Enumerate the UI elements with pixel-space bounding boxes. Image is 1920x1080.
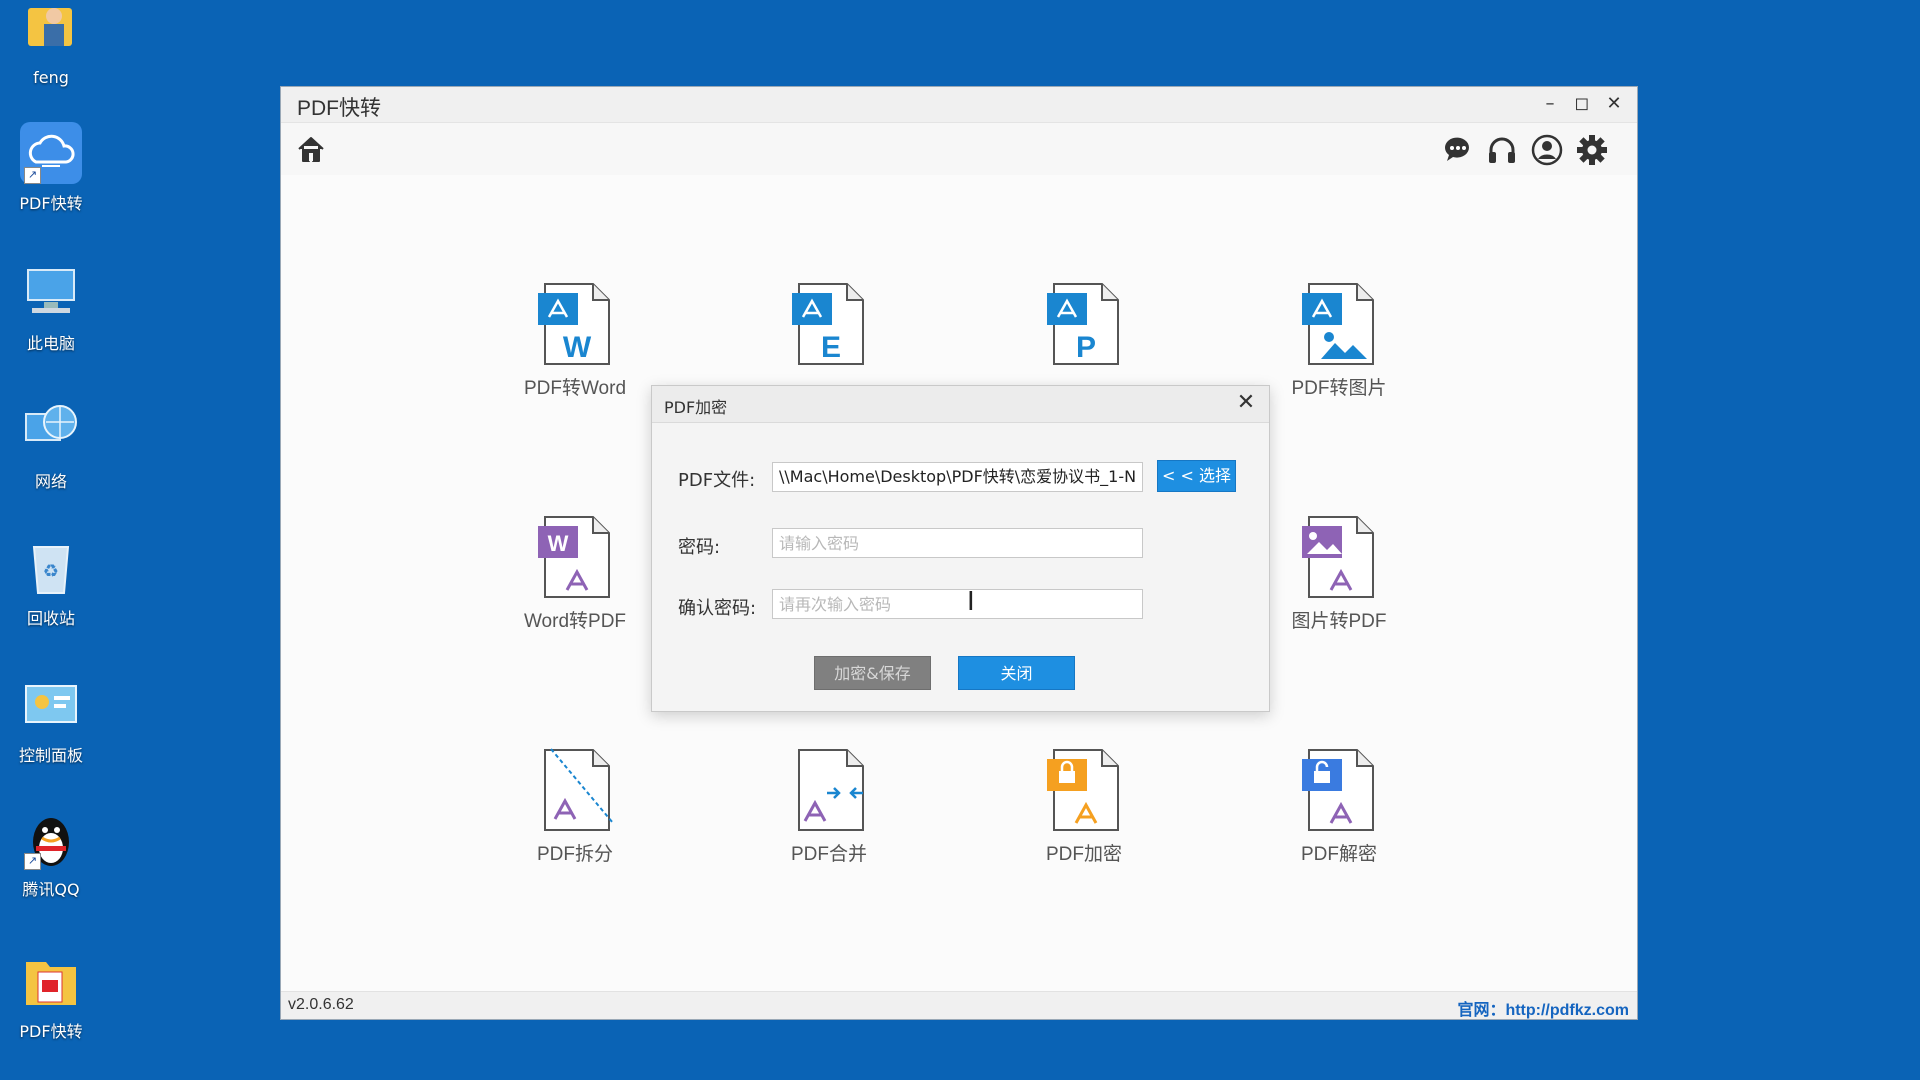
- password-input[interactable]: [772, 528, 1143, 558]
- encrypt-save-button[interactable]: 加密&保存: [814, 656, 931, 690]
- svg-text:♻: ♻: [43, 561, 59, 582]
- text-cursor-icon: I: [967, 587, 975, 617]
- pdf-file-label: PDF文件:: [678, 470, 756, 491]
- desktop-icon-label: 控制面板: [18, 746, 83, 765]
- desktop-icon-pdfkz[interactable]: ↗ PDF快转: [8, 122, 94, 214]
- headset-icon[interactable]: [1486, 134, 1520, 168]
- confirm-password-label: 确认密码:: [678, 598, 757, 619]
- pdf-to-excel-icon: E: [792, 283, 864, 365]
- feature-label: PDF拆分: [536, 844, 613, 865]
- desktop-icon-label: 回收站: [26, 609, 75, 628]
- feature-pdf-merge[interactable]: PDF合并: [749, 747, 909, 866]
- feature-pdf-split[interactable]: PDF拆分: [495, 747, 655, 866]
- pdf-split-icon: [544, 748, 614, 831]
- feature-pdf-to-excel[interactable]: E: [749, 281, 909, 373]
- desktop-icon-recycle-bin[interactable]: ♻ 回收站: [8, 537, 94, 629]
- user-folder-icon: [20, 0, 82, 62]
- status-bar: v2.0.6.62 官网：http://pdfkz.com: [281, 991, 1637, 1019]
- maximize-button[interactable]: ◻: [1567, 89, 1597, 119]
- window-close-button[interactable]: ✕: [1599, 89, 1629, 119]
- desktop-icon-user[interactable]: feng: [8, 0, 94, 87]
- feature-label: PDF转Word: [523, 378, 627, 399]
- confirm-password-input[interactable]: [772, 589, 1143, 619]
- desktop-icon-control-panel[interactable]: 控制面板: [8, 674, 94, 766]
- svg-text:W: W: [548, 531, 569, 556]
- image-to-pdf-icon: [1302, 516, 1374, 598]
- computer-icon: [20, 262, 82, 324]
- window-title: PDF快转: [297, 97, 381, 120]
- desktop-icon-qq[interactable]: ↗ 腾讯QQ: [8, 808, 94, 900]
- svg-text:W: W: [563, 331, 592, 364]
- network-globe-icon: [20, 400, 82, 462]
- pdf-to-ppt-icon: P: [1047, 283, 1119, 365]
- pdf-encrypt-icon: [1047, 749, 1119, 831]
- feature-label: 图片转PDF: [1291, 611, 1387, 632]
- settings-icon[interactable]: [1576, 134, 1610, 168]
- feature-pdf-to-image[interactable]: PDF转图片: [1259, 281, 1419, 400]
- dialog-close-icon[interactable]: ✕: [1233, 390, 1259, 415]
- window-titlebar[interactable]: PDF快转 – ◻ ✕: [281, 87, 1637, 123]
- feature-word-to-pdf[interactable]: W Word转PDF: [495, 514, 655, 633]
- feature-pdf-decrypt[interactable]: PDF解密: [1259, 747, 1419, 866]
- choose-file-button[interactable]: < < 选择: [1157, 460, 1236, 492]
- pdf-to-image-icon: [1302, 283, 1374, 365]
- feature-pdf-to-ppt[interactable]: P: [1004, 281, 1164, 373]
- feature-pdf-encrypt[interactable]: PDF加密: [1004, 747, 1164, 866]
- desktop-icon-label: 此电脑: [26, 334, 75, 353]
- pdf-folder-icon: [20, 950, 82, 1012]
- chat-icon[interactable]: [1441, 134, 1475, 168]
- word-to-pdf-icon: W: [538, 516, 610, 598]
- desktop-icon-this-pc[interactable]: 此电脑: [8, 262, 94, 354]
- feature-label: Word转PDF: [523, 611, 627, 632]
- desktop-icon-label: feng: [33, 68, 69, 87]
- pdf-encrypt-dialog: PDF加密 ✕ PDF文件: \\Mac\Home\Desktop\PDF快转\…: [651, 385, 1270, 712]
- feature-label: PDF解密: [1300, 844, 1377, 865]
- user-icon[interactable]: [1531, 134, 1565, 168]
- toolbar: [281, 123, 1637, 176]
- version-label: v2.0.6.62: [288, 996, 354, 1013]
- svg-text:P: P: [1076, 331, 1096, 364]
- website-link[interactable]: 官网：http://pdfkz.com: [1457, 996, 1629, 1020]
- dialog-title: PDF加密: [664, 398, 728, 417]
- desktop-icon-label: 网络: [34, 472, 67, 491]
- desktop-icon-network[interactable]: 网络: [8, 400, 94, 492]
- svg-text:E: E: [821, 331, 841, 364]
- dialog-close-button[interactable]: 关闭: [958, 656, 1075, 690]
- feature-image-to-pdf[interactable]: 图片转PDF: [1259, 514, 1419, 633]
- feature-label: PDF转图片: [1291, 378, 1387, 399]
- feature-pdf-to-word[interactable]: W PDF转Word: [495, 281, 655, 400]
- desktop-icon-pdfkz-folder[interactable]: PDF快转: [8, 950, 94, 1042]
- dialog-header[interactable]: PDF加密 ✕: [652, 386, 1269, 423]
- qq-penguin-icon: ↗: [20, 808, 82, 870]
- cloud-app-icon: ↗: [20, 122, 82, 184]
- desktop-icon-label: PDF快转: [19, 1022, 83, 1041]
- shortcut-arrow-icon: ↗: [24, 853, 41, 870]
- minimize-button[interactable]: –: [1535, 89, 1565, 119]
- password-label: 密码:: [678, 537, 721, 558]
- feature-label: PDF合并: [790, 844, 867, 865]
- desktop-icon-label: 腾讯QQ: [22, 880, 80, 899]
- pdf-file-path-field[interactable]: \\Mac\Home\Desktop\PDF快转\恋爱协议书_1-N: [772, 462, 1143, 492]
- recycle-bin-icon: ♻: [20, 537, 82, 599]
- control-panel-icon: [20, 674, 82, 736]
- home-icon[interactable]: [296, 134, 330, 168]
- pdf-to-word-icon: W: [538, 283, 610, 365]
- feature-label: PDF加密: [1045, 844, 1122, 865]
- pdf-decrypt-icon: [1302, 749, 1374, 831]
- desktop-icon-label: PDF快转: [19, 194, 83, 213]
- shortcut-arrow-icon: ↗: [24, 167, 41, 184]
- pdf-merge-icon: [798, 749, 864, 831]
